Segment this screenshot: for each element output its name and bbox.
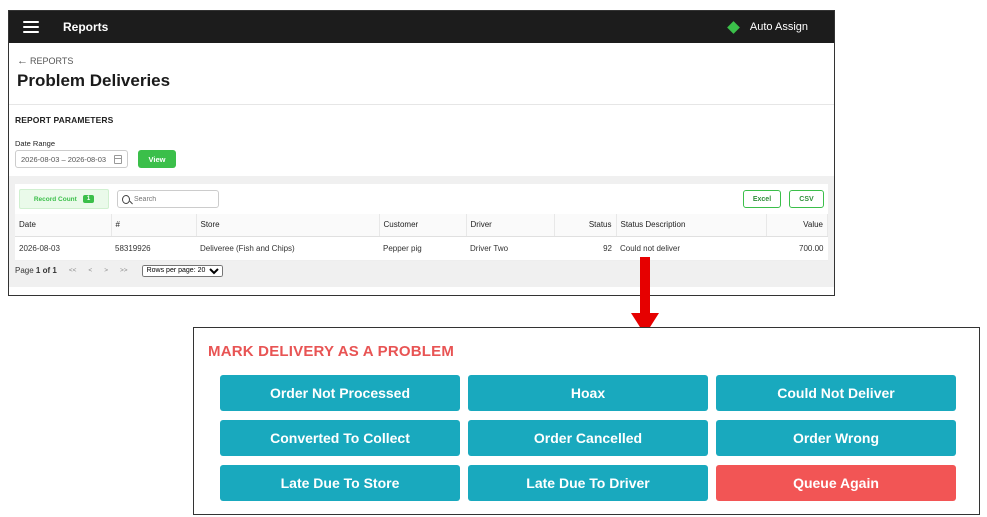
cell-order-number-link[interactable]: 58319926	[111, 236, 196, 261]
cell-value: 700.00	[766, 236, 828, 261]
params-title: REPORT PARAMETERS	[15, 115, 114, 125]
auto-assign-label: Auto Assign	[749, 21, 808, 33]
order-wrong-button[interactable]: Order Wrong	[716, 420, 956, 456]
record-count-label: Record Count	[33, 195, 77, 203]
view-button[interactable]: View	[138, 150, 176, 168]
results-toolbar: Record Count 1 Excel CSV	[15, 184, 828, 214]
converted-to-collect-button[interactable]: Converted To Collect	[220, 420, 460, 456]
arrow-left-icon: ←	[17, 55, 28, 67]
search-input[interactable]	[134, 195, 214, 203]
column-header-store[interactable]: Store	[196, 214, 380, 237]
could-not-deliver-button[interactable]: Could Not Deliver	[716, 375, 956, 411]
date-range-value: 2026-08-03 – 2026-08-03	[21, 154, 107, 164]
excel-export-button[interactable]: Excel	[743, 190, 781, 208]
record-count: Record Count 1	[19, 189, 109, 209]
table-header-row: Date # Store Customer Driver Status Stat…	[15, 214, 828, 237]
date-range-input[interactable]: 2026-08-03 – 2026-08-03	[15, 150, 128, 168]
cell-customer-link[interactable]: Pepper pig	[379, 236, 466, 261]
results-area: Record Count 1 Excel CSV Date # Store Cu…	[9, 184, 834, 287]
csv-export-button[interactable]: CSV	[789, 190, 824, 208]
rows-per-page-select[interactable]: Rows per page: 20	[141, 264, 223, 277]
mark-problem-panel: MARK DELIVERY AS A PROBLEM Order Not Pro…	[193, 327, 980, 515]
column-header-value[interactable]: Value	[766, 214, 828, 237]
page-title: Problem Deliveries	[17, 71, 171, 90]
status-diamond-icon	[727, 20, 740, 34]
page-prefix: Page	[15, 266, 34, 275]
column-header-date[interactable]: Date	[15, 214, 112, 237]
hamburger-menu-icon[interactable]	[23, 21, 39, 33]
cell-driver-link[interactable]: Driver Two	[466, 236, 554, 261]
table-row[interactable]: 2026-08-03 58319926 Deliveree (Fish and …	[15, 236, 828, 261]
column-header-status-description[interactable]: Status Description	[616, 214, 767, 237]
pagination: Page 1 of 1 << < > >> Rows per page: 20	[15, 261, 828, 281]
order-not-processed-button[interactable]: Order Not Processed	[220, 375, 460, 411]
reports-window: Reports Auto Assign ← REPORTS Problem De…	[8, 10, 835, 296]
late-due-to-driver-button[interactable]: Late Due To Driver	[468, 465, 708, 501]
auto-assign-toggle[interactable]: Auto Assign	[727, 20, 808, 34]
column-header-driver[interactable]: Driver	[466, 214, 555, 237]
top-bar: Reports Auto Assign	[9, 11, 834, 43]
order-cancelled-button[interactable]: Order Cancelled	[468, 420, 708, 456]
search-icon	[122, 194, 130, 204]
cell-date: 2026-08-03	[15, 236, 111, 261]
panel-title: MARK DELIVERY AS A PROBLEM	[208, 343, 455, 360]
hoax-button[interactable]: Hoax	[468, 375, 708, 411]
report-parameters: REPORT PARAMETERS Date Range 2026-08-03 …	[9, 105, 834, 184]
arrow-down-icon	[631, 257, 659, 335]
first-page-button[interactable]: <<	[69, 267, 77, 274]
late-due-to-store-button[interactable]: Late Due To Store	[220, 465, 460, 501]
back-to-reports-link[interactable]: ← REPORTS	[17, 55, 826, 67]
column-header-customer[interactable]: Customer	[379, 214, 467, 237]
queue-again-button[interactable]: Queue Again	[716, 465, 956, 501]
cell-status: 92	[554, 236, 616, 261]
page-indicator: 1 of 1	[35, 266, 57, 275]
app-title: Reports	[63, 20, 109, 34]
problem-button-grid: Order Not Processed Hoax Could Not Deliv…	[220, 375, 956, 501]
page-header: ← REPORTS Problem Deliveries	[9, 43, 834, 105]
prev-page-button[interactable]: <	[88, 267, 92, 274]
column-header-status[interactable]: Status	[554, 214, 617, 237]
next-page-button[interactable]: >	[104, 267, 108, 274]
cell-store: Deliveree (Fish and Chips)	[196, 236, 379, 261]
back-label: REPORTS	[30, 56, 74, 66]
calendar-icon[interactable]	[114, 154, 122, 164]
search-box[interactable]	[117, 190, 219, 208]
record-count-badge: 1	[82, 195, 95, 203]
date-range-label: Date Range	[15, 139, 56, 148]
last-page-button[interactable]: >>	[120, 267, 128, 274]
column-header-number[interactable]: #	[111, 214, 197, 237]
results-table: Date # Store Customer Driver Status Stat…	[15, 214, 828, 261]
